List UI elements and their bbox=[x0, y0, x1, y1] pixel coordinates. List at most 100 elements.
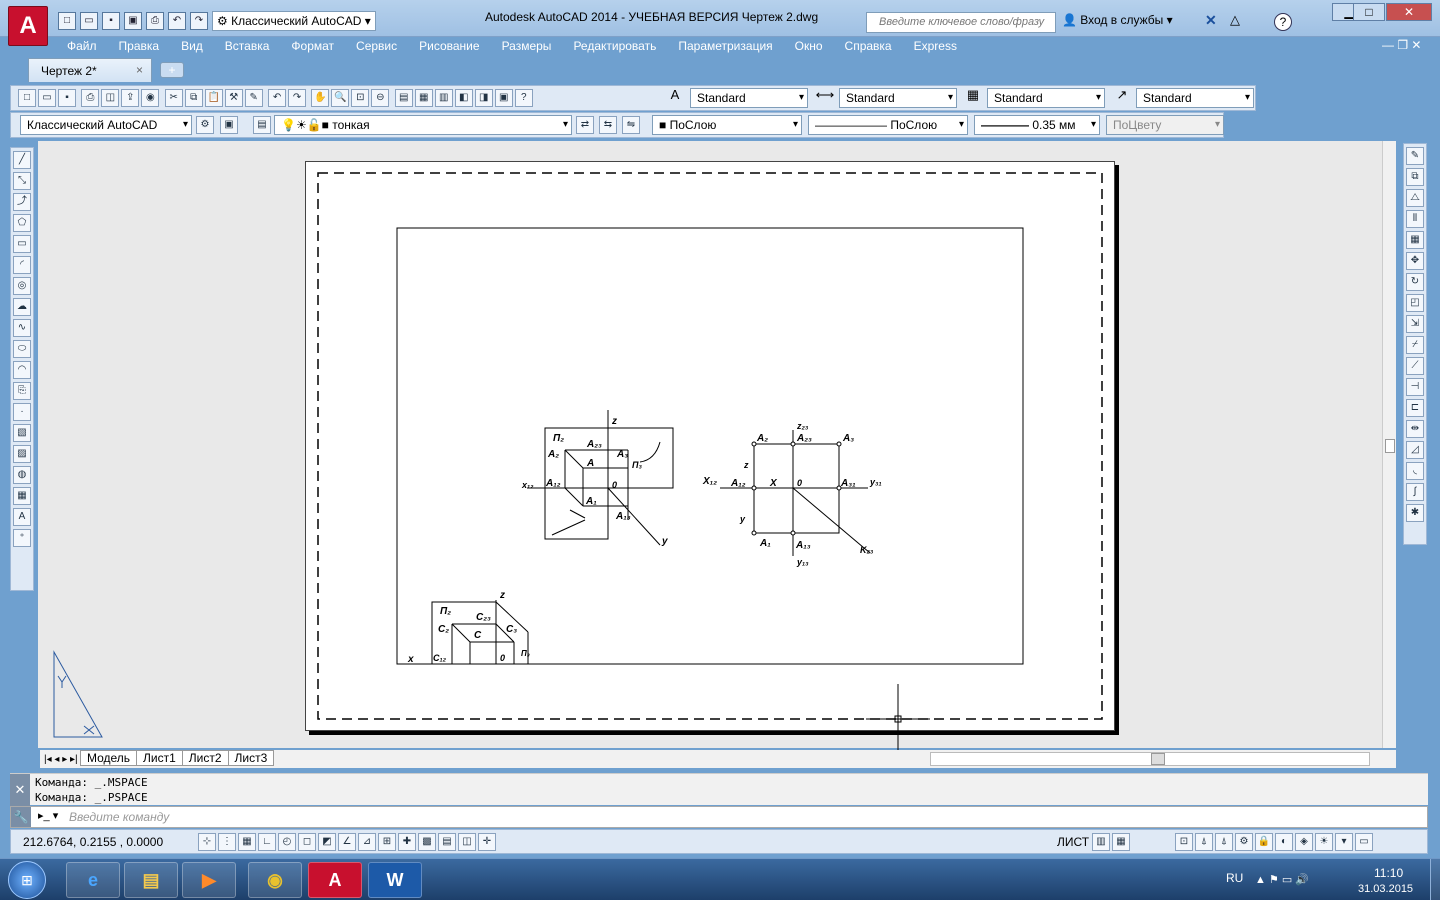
label-A3-left: A₃ bbox=[616, 449, 628, 460]
clock-time: 11:10 bbox=[1374, 866, 1404, 880]
hardware-acceleration-icon[interactable]: ◐ bbox=[1275, 833, 1293, 851]
command-history-line: Команда: _.PSPACE bbox=[35, 791, 148, 804]
word-taskbar-icon[interactable]: W bbox=[368, 862, 422, 898]
ucs-icon bbox=[53, 650, 103, 738]
label-A12-right: A₁₂ bbox=[730, 478, 746, 489]
label-k23-right: K₂₃ bbox=[860, 545, 874, 555]
isolate-objects-icon[interactable]: ◈ bbox=[1295, 833, 1313, 851]
command-history-line: Команда: _.MSPACE bbox=[35, 776, 148, 789]
close-command-icon[interactable]: ✕ bbox=[10, 774, 30, 806]
label-O-left: 0 bbox=[612, 480, 617, 490]
ie-taskbar-icon[interactable]: e bbox=[66, 862, 120, 898]
clean-screen-icon[interactable]: ☀ bbox=[1315, 833, 1333, 851]
layout-tab[interactable]: Лист1 bbox=[136, 750, 183, 766]
infer-constraints-icon[interactable]: ⊹ bbox=[198, 833, 216, 851]
epure-diagram bbox=[720, 430, 871, 556]
quick-view-drawings-icon[interactable]: ▦ bbox=[1112, 833, 1130, 851]
language-indicator[interactable]: RU bbox=[1226, 871, 1243, 885]
otrack-icon[interactable]: ∠ bbox=[338, 833, 356, 851]
fullscreen-icon[interactable]: ▭ bbox=[1355, 833, 1373, 851]
label-x-bottom: x bbox=[407, 654, 414, 665]
grid-icon[interactable]: ▦ bbox=[238, 833, 256, 851]
snap-icon[interactable]: ⋮ bbox=[218, 833, 236, 851]
maximize-viewport-icon[interactable]: ⊡ bbox=[1175, 833, 1193, 851]
label-A1-right: A₁ bbox=[759, 538, 771, 549]
label-A2-left: A₂ bbox=[547, 449, 559, 460]
customize-wrench-icon[interactable]: 🔧 bbox=[11, 807, 31, 827]
label-pi3-bottom: П₃ bbox=[521, 649, 530, 658]
command-input[interactable]: 🔧 ▸_ ▾ Введите команду bbox=[10, 806, 1428, 828]
label-X12-right: X₁₂ bbox=[702, 476, 717, 487]
label-C23-bottom: C₂₃ bbox=[476, 612, 491, 623]
label-A23-left: A₂₃ bbox=[586, 439, 602, 450]
label-A31-right: A₃₁ bbox=[840, 478, 856, 489]
3d-osnap-icon[interactable]: ◩ bbox=[318, 833, 336, 851]
command-prompt-icon[interactable]: ▸_ ▾ bbox=[38, 809, 58, 822]
paper-space-label[interactable]: ЛИСТ bbox=[1057, 835, 1089, 849]
annotation-visibility-icon[interactable]: ⍋ bbox=[1215, 833, 1233, 851]
layout-tab[interactable]: Лист2 bbox=[181, 750, 229, 766]
label-pi2-bottom: П₂ bbox=[440, 606, 451, 617]
printable-area-border bbox=[317, 172, 1103, 720]
label-A13-right: A₁₃ bbox=[795, 540, 811, 551]
label-A2-right: A₂ bbox=[756, 433, 768, 444]
label-A1-left: A₁ bbox=[585, 496, 597, 507]
polar-icon[interactable]: ◴ bbox=[278, 833, 296, 851]
status-menu-icon[interactable]: ▾ bbox=[1335, 833, 1353, 851]
transparency-icon[interactable]: ▩ bbox=[418, 833, 436, 851]
dyn-icon[interactable]: ⊞ bbox=[378, 833, 396, 851]
horizontal-scroll-thumb[interactable] bbox=[1151, 753, 1165, 765]
label-y31-right: y₃₁ bbox=[869, 477, 882, 487]
viewport-frame bbox=[396, 227, 1024, 665]
autocad-logo-button[interactable]: A bbox=[8, 6, 48, 46]
lineweight-toggle-icon[interactable]: ✚ bbox=[398, 833, 416, 851]
label-pi2-left: П₂ bbox=[553, 433, 564, 444]
tab-nav-arrows[interactable]: |◂ ◂ ▸ ▸| bbox=[44, 754, 78, 765]
command-history: ✕ Команда: _.MSPACE Команда: _.PSPACE bbox=[10, 773, 1428, 806]
horizontal-scrollbar[interactable] bbox=[930, 752, 1370, 766]
quick-view-layouts-icon[interactable]: ▥ bbox=[1092, 833, 1110, 851]
label-C2-bottom: C₂ bbox=[438, 624, 449, 635]
media-player-taskbar-icon[interactable]: ▶ bbox=[182, 862, 236, 898]
label-A3-right: A₃ bbox=[842, 433, 854, 444]
label-X-right: X bbox=[769, 478, 778, 489]
chrome-taskbar-icon[interactable]: ◉ bbox=[248, 862, 302, 898]
annotation-scale-icon[interactable]: ⍋ bbox=[1195, 833, 1213, 851]
label-C12-bottom: C₁₂ bbox=[433, 653, 447, 663]
layout-tab[interactable]: Модель bbox=[79, 750, 138, 766]
label-C-bottom: C bbox=[474, 630, 482, 641]
layout-tabs-bar: |◂ ◂ ▸ ▸| Модель Лист1 Лист2 Лист3 bbox=[40, 750, 1396, 768]
command-placeholder: Введите команду bbox=[69, 810, 170, 824]
label-x12-left: x₁₂ bbox=[521, 480, 534, 490]
selection-cycling-icon[interactable]: ◫ bbox=[458, 833, 476, 851]
label-C3-bottom: C₃ bbox=[506, 624, 517, 635]
start-button[interactable]: ⊞ bbox=[8, 861, 46, 899]
label-A13-left: A₁₃ bbox=[615, 511, 631, 522]
ducs-icon[interactable]: ⊿ bbox=[358, 833, 376, 851]
label-A-left: A bbox=[586, 458, 594, 469]
label-z-axis-right: z bbox=[743, 460, 749, 470]
label-O-right: 0 bbox=[797, 478, 802, 488]
label-z23-right: z₂₃ bbox=[796, 421, 809, 431]
ortho-icon[interactable]: ∟ bbox=[258, 833, 276, 851]
annotation-monitor-icon[interactable]: ✛ bbox=[478, 833, 496, 851]
tray-icons[interactable]: ▲ ⚑ ▭ 🔊 bbox=[1255, 873, 1309, 886]
explorer-taskbar-icon[interactable]: ▤ bbox=[124, 862, 178, 898]
label-z-left: z bbox=[611, 416, 617, 427]
autocad-taskbar-icon[interactable]: A bbox=[308, 862, 362, 898]
label-pi3-left: П₃ bbox=[632, 460, 642, 470]
layout-tab[interactable]: Лист3 bbox=[227, 750, 275, 766]
quick-props-icon[interactable]: ▤ bbox=[438, 833, 456, 851]
label-O-bottom: 0 bbox=[500, 653, 505, 663]
show-desktop-button[interactable] bbox=[1430, 859, 1440, 900]
label-y-axis-right: y bbox=[739, 514, 746, 524]
osnap-icon[interactable]: ◻ bbox=[298, 833, 316, 851]
label-z-bottom: z bbox=[499, 590, 505, 601]
coordinates-readout[interactable]: 212.6764, 0.2155 , 0.0000 bbox=[23, 835, 163, 849]
crosshair-cursor bbox=[866, 684, 930, 750]
label-A23-right: A₂₃ bbox=[796, 433, 812, 444]
workspace-switch-icon[interactable]: ⚙ bbox=[1235, 833, 1253, 851]
label-y-left: y bbox=[661, 536, 668, 547]
clock-date: 31.03.2015 bbox=[1358, 883, 1414, 895]
lock-toolbar-icon[interactable]: 🔒 bbox=[1255, 833, 1273, 851]
